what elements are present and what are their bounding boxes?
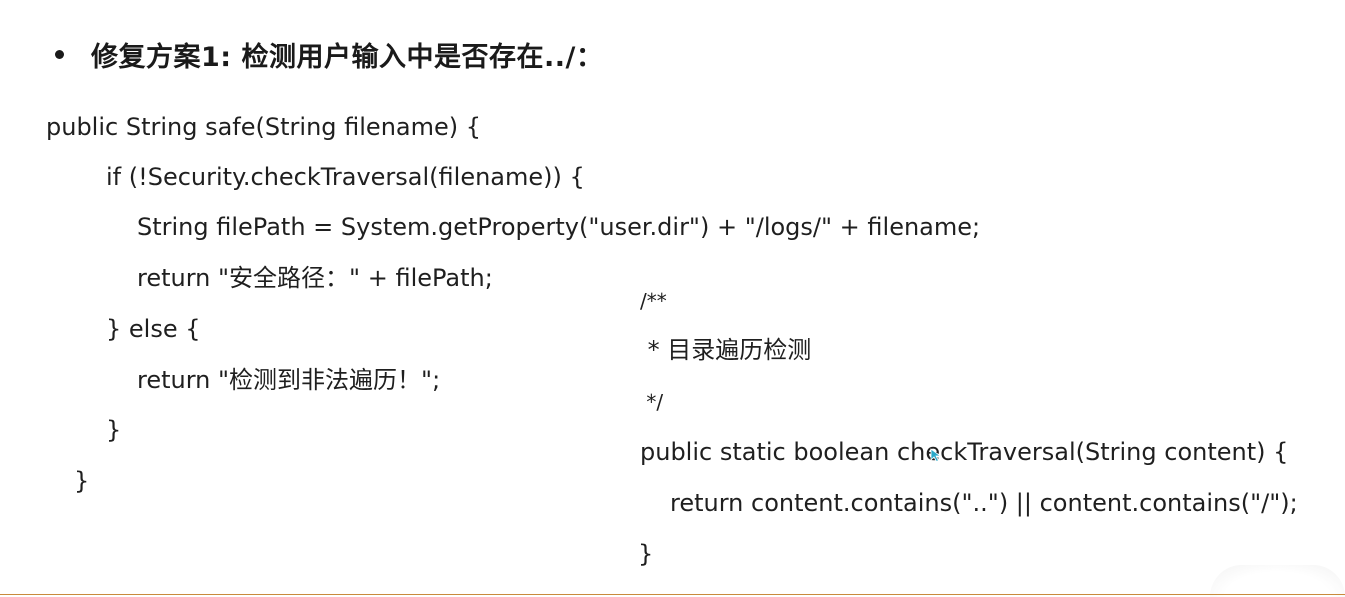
code-line: * 目录遍历检测 <box>640 336 812 364</box>
mouse-cursor-icon <box>930 448 942 462</box>
code-line: public String safe(String filename) { <box>46 113 482 141</box>
code-line: if (!Security.checkTraversal(filename)) … <box>106 163 585 191</box>
code-line: return "检测到非法遍历！"; <box>137 366 441 394</box>
code-line: */ <box>640 390 664 414</box>
bullet-icon <box>55 49 64 59</box>
code-line: /** <box>640 289 667 313</box>
code-line: String filePath = System.getProperty("us… <box>137 213 981 241</box>
slide-heading: 修复方案1: 检测用户输入中是否存在../： <box>55 34 603 74</box>
code-line: } <box>74 467 90 495</box>
heading-text: 修复方案1: 检测用户输入中是否存在../： <box>91 41 604 73</box>
corner-decoration <box>1210 565 1345 597</box>
bottom-divider <box>0 594 1345 595</box>
code-line: } <box>638 540 654 568</box>
code-line: return content.contains("..") || content… <box>670 489 1298 517</box>
code-line: } <box>106 416 122 444</box>
code-line: } else { <box>106 315 201 343</box>
code-line: return "安全路径：" + filePath; <box>137 264 493 292</box>
code-line: public static boolean checkTraversal(Str… <box>640 438 1289 466</box>
